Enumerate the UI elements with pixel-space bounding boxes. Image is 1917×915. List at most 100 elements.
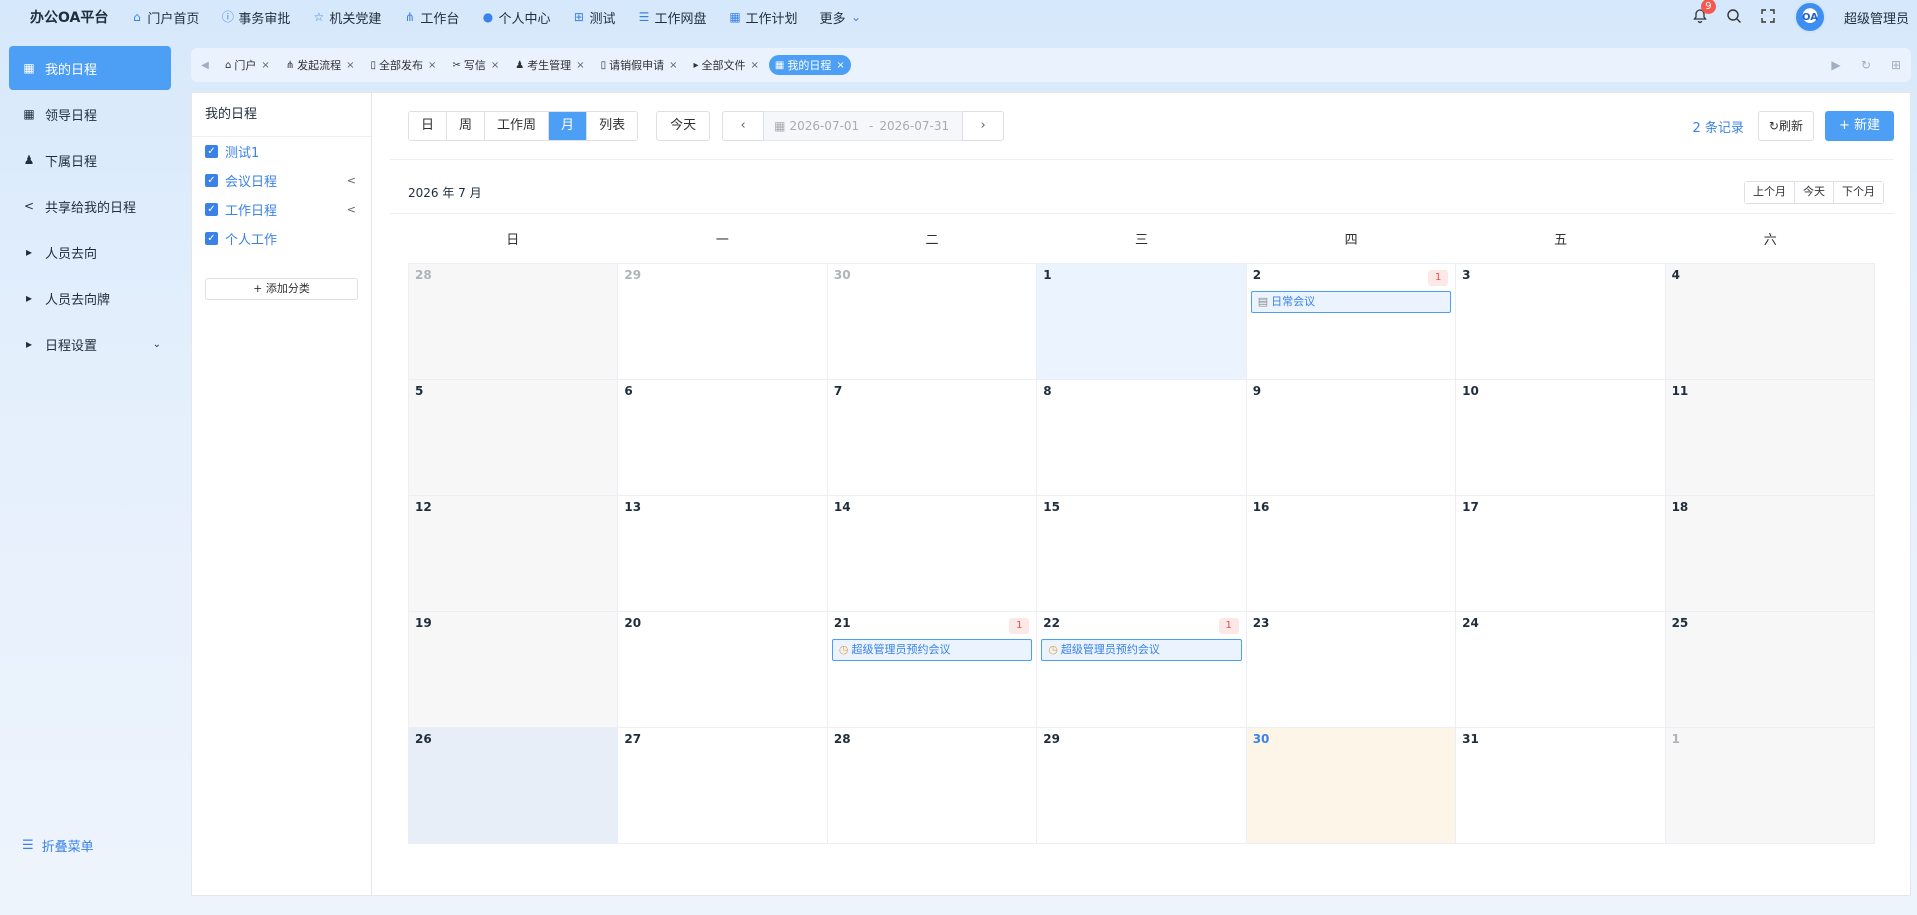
date-range-input[interactable]: ▦ 2026-07-01 -2026-07-31 xyxy=(764,111,963,141)
calendar-day-cell[interactable]: 29 xyxy=(1037,728,1247,844)
view-month-button[interactable]: 月 xyxy=(549,112,588,140)
view-day-button[interactable]: 日 xyxy=(409,112,448,140)
calendar-day-cell[interactable]: 6 xyxy=(618,380,828,496)
nav-item-approval[interactable]: ⓘ 事务审批 xyxy=(221,8,291,27)
nav-item-disk[interactable]: ☰ 工作网盘 xyxy=(637,8,707,27)
event-count-badge[interactable]: 1 xyxy=(1009,618,1030,634)
reload-icon[interactable]: ↻ xyxy=(1851,58,1881,72)
category-item[interactable]: ✓ 个人工作 xyxy=(192,224,371,253)
calendar-day-cell[interactable]: 30 xyxy=(1246,728,1457,844)
category-item[interactable]: ✓ 测试1 xyxy=(192,137,371,166)
sidebar-item-schedule-settings[interactable]: ▸ 日程设置 ⌄ xyxy=(9,322,171,366)
close-icon[interactable]: × xyxy=(836,60,844,71)
tab-all-files[interactable]: ▸ 全部文件 × xyxy=(687,55,764,75)
calendar-day-cell[interactable]: 12 xyxy=(409,496,619,612)
calendar-day-cell[interactable]: 1 xyxy=(1665,728,1875,844)
collapse-menu-button[interactable]: ☰ 折叠菜单 xyxy=(22,836,94,855)
close-icon[interactable]: × xyxy=(428,60,436,71)
checkbox-checked-icon[interactable]: ✓ xyxy=(205,203,218,216)
event-count-badge[interactable]: 1 xyxy=(1428,270,1449,286)
nav-item-more[interactable]: 更多 ⌄ xyxy=(820,8,867,27)
current-month-button[interactable]: 今天 xyxy=(1795,182,1834,203)
sidebar-item-shared-schedule[interactable]: < 共享给我的日程 xyxy=(9,184,171,228)
checkbox-checked-icon[interactable]: ✓ xyxy=(205,232,218,245)
calendar-day-cell[interactable]: 5 xyxy=(409,380,619,496)
calendar-event[interactable]: ◷ 超级管理员预约会议 xyxy=(831,639,1033,661)
tab-portal[interactable]: ⌂ 门户 × xyxy=(219,55,276,75)
today-button[interactable]: 今天 xyxy=(656,111,711,141)
close-icon[interactable]: × xyxy=(576,60,584,71)
calendar-day-cell[interactable]: 26 xyxy=(409,728,619,844)
calendar-day-cell[interactable]: 30 xyxy=(827,264,1038,380)
tab-scroll-left-icon[interactable]: ◀ xyxy=(191,60,219,71)
next-range-button[interactable]: › xyxy=(962,111,1005,141)
view-list-button[interactable]: 列表 xyxy=(587,112,638,140)
view-workweek-button[interactable]: 工作周 xyxy=(485,112,550,140)
notification-button[interactable]: 9 xyxy=(1692,0,1716,26)
calendar-day-cell[interactable]: 15 xyxy=(1037,496,1247,612)
calendar-day-cell[interactable]: 21 1 ◷ 超级管理员预约会议 xyxy=(827,612,1038,728)
refresh-button[interactable]: ↻刷新 xyxy=(1757,111,1814,141)
search-button[interactable] xyxy=(1726,8,1744,26)
sidebar-item-whereabouts-board[interactable]: ▸ 人员去向牌 xyxy=(9,276,171,320)
calendar-day-cell[interactable]: 24 xyxy=(1456,612,1666,728)
add-category-button[interactable]: + 添加分类 xyxy=(205,278,358,300)
close-icon[interactable]: × xyxy=(669,60,677,71)
calendar-day-cell[interactable]: 22 1 ◷ 超级管理员预约会议 xyxy=(1037,612,1247,728)
tab-start-flow[interactable]: ⋔ 发起流程 × xyxy=(280,55,361,75)
calendar-day-cell[interactable]: 19 xyxy=(409,612,619,728)
calendar-day-cell[interactable]: 27 xyxy=(618,728,828,844)
avatar[interactable]: OA xyxy=(1793,1,1826,33)
calendar-day-cell[interactable]: 18 xyxy=(1665,496,1875,612)
calendar-day-cell[interactable]: 1 xyxy=(1037,264,1247,380)
calendar-day-cell[interactable]: 3 xyxy=(1456,264,1666,380)
close-icon[interactable]: × xyxy=(261,60,269,71)
nav-item-portal[interactable]: ⌂ 门户首页 xyxy=(130,8,199,27)
new-button[interactable]: + 新建 xyxy=(1824,111,1894,141)
prev-month-button[interactable]: 上个月 xyxy=(1745,182,1795,203)
fullscreen-button[interactable] xyxy=(1760,8,1778,26)
calendar-day-cell[interactable]: 23 xyxy=(1246,612,1457,728)
tab-all-publish[interactable]: ▯ 全部发布 × xyxy=(365,55,443,75)
nav-item-personal[interactable]: ● 个人中心 xyxy=(481,8,551,27)
checkbox-checked-icon[interactable]: ✓ xyxy=(205,145,218,158)
tab-leave-request[interactable]: ▯ 请销假申请 × xyxy=(595,55,684,75)
calendar-event[interactable]: ◷ 超级管理员预约会议 xyxy=(1041,639,1242,661)
calendar-day-cell[interactable]: 7 xyxy=(827,380,1038,496)
nav-item-test[interactable]: ⊞ 测试 xyxy=(572,8,616,27)
share-icon[interactable]: < xyxy=(347,174,356,187)
username[interactable]: 超级管理员 xyxy=(1844,8,1909,27)
calendar-day-cell[interactable]: 8 xyxy=(1037,380,1247,496)
view-week-button[interactable]: 周 xyxy=(447,112,486,140)
calendar-day-cell[interactable]: 25 xyxy=(1665,612,1875,728)
category-item[interactable]: ✓ 工作日程 < xyxy=(192,195,371,224)
calendar-day-cell[interactable]: 28 xyxy=(409,264,619,380)
event-count-badge[interactable]: 1 xyxy=(1218,618,1239,634)
calendar-day-cell[interactable]: 28 xyxy=(827,728,1038,844)
calendar-day-cell[interactable]: 31 xyxy=(1456,728,1666,844)
nav-item-party[interactable]: ☆ 机关党建 xyxy=(312,8,382,27)
calendar-day-cell[interactable]: 17 xyxy=(1456,496,1666,612)
next-month-button[interactable]: 下个月 xyxy=(1834,182,1883,203)
calendar-day-cell[interactable]: 13 xyxy=(618,496,828,612)
nav-item-plan[interactable]: ▦ 工作计划 xyxy=(728,8,797,27)
prev-range-button[interactable]: ‹ xyxy=(722,111,765,141)
close-icon[interactable]: × xyxy=(346,60,354,71)
calendar-day-cell[interactable]: 9 xyxy=(1246,380,1457,496)
tab-write-letter[interactable]: ✂ 写信 × xyxy=(446,55,505,75)
share-icon[interactable]: < xyxy=(347,203,356,216)
sidebar-item-my-schedule[interactable]: ▦ 我的日程 xyxy=(9,46,171,90)
calendar-day-cell[interactable]: 16 xyxy=(1246,496,1457,612)
calendar-day-cell[interactable]: 10 xyxy=(1456,380,1666,496)
calendar-day-cell[interactable]: 14 xyxy=(827,496,1038,612)
checkbox-checked-icon[interactable]: ✓ xyxy=(205,174,218,187)
tab-scroll-right-icon[interactable]: ▶ xyxy=(1821,58,1851,72)
calendar-day-cell[interactable]: 11 xyxy=(1665,380,1875,496)
apps-icon[interactable]: ⊞ xyxy=(1881,58,1911,72)
tab-candidate-mgmt[interactable]: ♟ 考生管理 × xyxy=(509,55,590,75)
close-icon[interactable]: × xyxy=(751,60,759,71)
sidebar-item-whereabouts[interactable]: ▸ 人员去向 xyxy=(9,230,171,274)
calendar-day-cell[interactable]: 4 xyxy=(1665,264,1875,380)
nav-item-workbench[interactable]: ⋔ 工作台 xyxy=(403,8,460,27)
calendar-event[interactable]: ▤ 日常会议 xyxy=(1250,291,1452,313)
